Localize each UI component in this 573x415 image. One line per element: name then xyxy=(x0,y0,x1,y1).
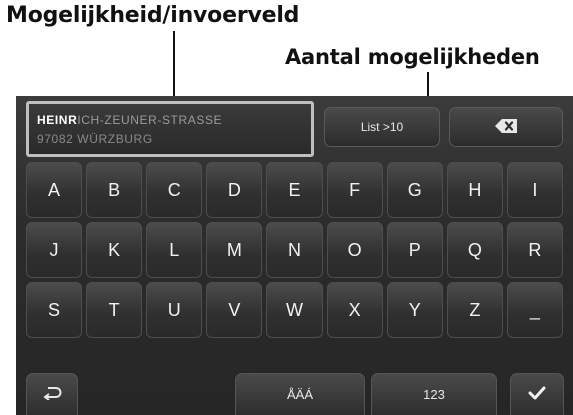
accented-characters-button[interactable]: ÅÄÁ xyxy=(235,373,365,415)
confirm-button[interactable] xyxy=(510,373,564,415)
key-s[interactable]: S xyxy=(26,282,83,338)
completion-text: ICH-ZEUNER-STRASSE xyxy=(77,113,223,127)
key-b[interactable]: B xyxy=(86,162,143,218)
key-i[interactable]: I xyxy=(506,162,563,218)
key-e[interactable]: E xyxy=(266,162,323,218)
key-u[interactable]: U xyxy=(146,282,203,338)
key-l[interactable]: L xyxy=(146,222,203,278)
backspace-icon xyxy=(495,118,517,136)
key-g[interactable]: G xyxy=(386,162,443,218)
key-a[interactable]: A xyxy=(26,162,83,218)
street-line: HEINRICH-ZEUNER-STRASSE xyxy=(37,111,303,130)
key-p[interactable]: P xyxy=(386,222,443,278)
navigation-keyboard-screen: HEINRICH-ZEUNER-STRASSE 97082 WÜRZBURG L… xyxy=(16,96,573,415)
key-h[interactable]: H xyxy=(446,162,503,218)
key-o[interactable]: O xyxy=(326,222,383,278)
letter-keyboard: A B C D E F G H I J K L M N O P Q R S T U V W X Y Z _ xyxy=(26,162,563,338)
address-input-field[interactable]: HEINRICH-ZEUNER-STRASSE 97082 WÜRZBURG xyxy=(26,101,314,157)
key-d[interactable]: D xyxy=(206,162,263,218)
key-k[interactable]: K xyxy=(86,222,143,278)
numbers-label: 123 xyxy=(423,387,445,402)
city-line: 97082 WÜRZBURG xyxy=(37,132,153,146)
typed-text: HEINR xyxy=(37,113,78,127)
key-n[interactable]: N xyxy=(266,222,323,278)
key-w[interactable]: W xyxy=(266,282,323,338)
key-q[interactable]: Q xyxy=(446,222,503,278)
list-button[interactable]: List >10 xyxy=(324,107,440,147)
key-r[interactable]: R xyxy=(506,222,563,278)
key-t[interactable]: T xyxy=(86,282,143,338)
numbers-button[interactable]: 123 xyxy=(371,373,497,415)
return-icon xyxy=(42,386,62,403)
key-m[interactable]: M xyxy=(206,222,263,278)
callout-count-label: Aantal mogelijkheden xyxy=(285,45,540,69)
backspace-button[interactable] xyxy=(449,107,563,147)
accented-characters-label: ÅÄÁ xyxy=(286,387,313,402)
back-button[interactable] xyxy=(26,373,78,415)
callout-input-field-label: Mogelijkheid/invoerveld xyxy=(6,3,300,28)
key-f[interactable]: F xyxy=(326,162,383,218)
checkmark-icon xyxy=(528,386,546,403)
key-z[interactable]: Z xyxy=(446,282,503,338)
key-c[interactable]: C xyxy=(146,162,203,218)
key-v[interactable]: V xyxy=(206,282,263,338)
list-button-label: List >10 xyxy=(360,120,404,134)
key-x[interactable]: X xyxy=(326,282,383,338)
key-y[interactable]: Y xyxy=(386,282,443,338)
key-space[interactable]: _ xyxy=(506,282,563,338)
callout-input-field-leader-line xyxy=(173,31,175,99)
key-j[interactable]: J xyxy=(26,222,83,278)
